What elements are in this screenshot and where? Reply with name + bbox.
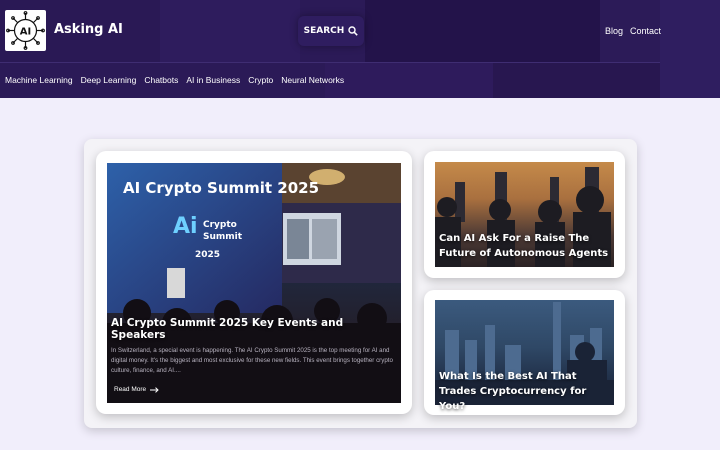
banner-line-3: 2025	[195, 250, 220, 260]
arrow-right-icon	[150, 386, 159, 393]
banner-line-1: Crypto	[203, 220, 237, 230]
side-post-title-1[interactable]: Can AI Ask For a Raise The Future of Aut…	[439, 231, 609, 261]
site-logo[interactable]: AI	[5, 10, 46, 51]
site-title[interactable]: Asking AI	[54, 22, 123, 37]
brain-chip-icon: AI	[6, 11, 45, 50]
read-more-link[interactable]: Read More	[114, 386, 159, 393]
category-nav: Machine Learning Deep Learning Chatbots …	[5, 75, 344, 85]
nav-link-contact[interactable]: Contact	[630, 26, 661, 36]
category-neural-networks[interactable]: Neural Networks	[281, 75, 344, 85]
category-crypto[interactable]: Crypto	[248, 75, 273, 85]
banner-line-2: Summit	[203, 232, 243, 242]
side-post-title-2[interactable]: What Is the Best AI That Trades Cryptocu…	[439, 369, 609, 414]
category-chatbots[interactable]: Chatbots	[144, 75, 178, 85]
svg-text:Ai: Ai	[173, 214, 198, 239]
category-ai-in-business[interactable]: AI in Business	[186, 75, 240, 85]
category-deep-learning[interactable]: Deep Learning	[81, 75, 137, 85]
search-label: SEARCH	[303, 26, 345, 36]
banner-title: AI Crypto Summit 2025	[123, 179, 319, 197]
search-button[interactable]: SEARCH	[298, 16, 364, 46]
logo-text: AI	[20, 27, 31, 38]
search-icon	[348, 26, 359, 36]
header-divider	[0, 62, 660, 63]
featured-post-excerpt: In Switzerland, a special event is happe…	[111, 347, 393, 374]
category-machine-learning[interactable]: Machine Learning	[5, 75, 73, 85]
featured-post-title[interactable]: AI Crypto Summit 2025 Key Events and Spe…	[111, 317, 396, 341]
nav-link-blog[interactable]: Blog	[605, 26, 623, 36]
read-more-label: Read More	[114, 386, 147, 393]
